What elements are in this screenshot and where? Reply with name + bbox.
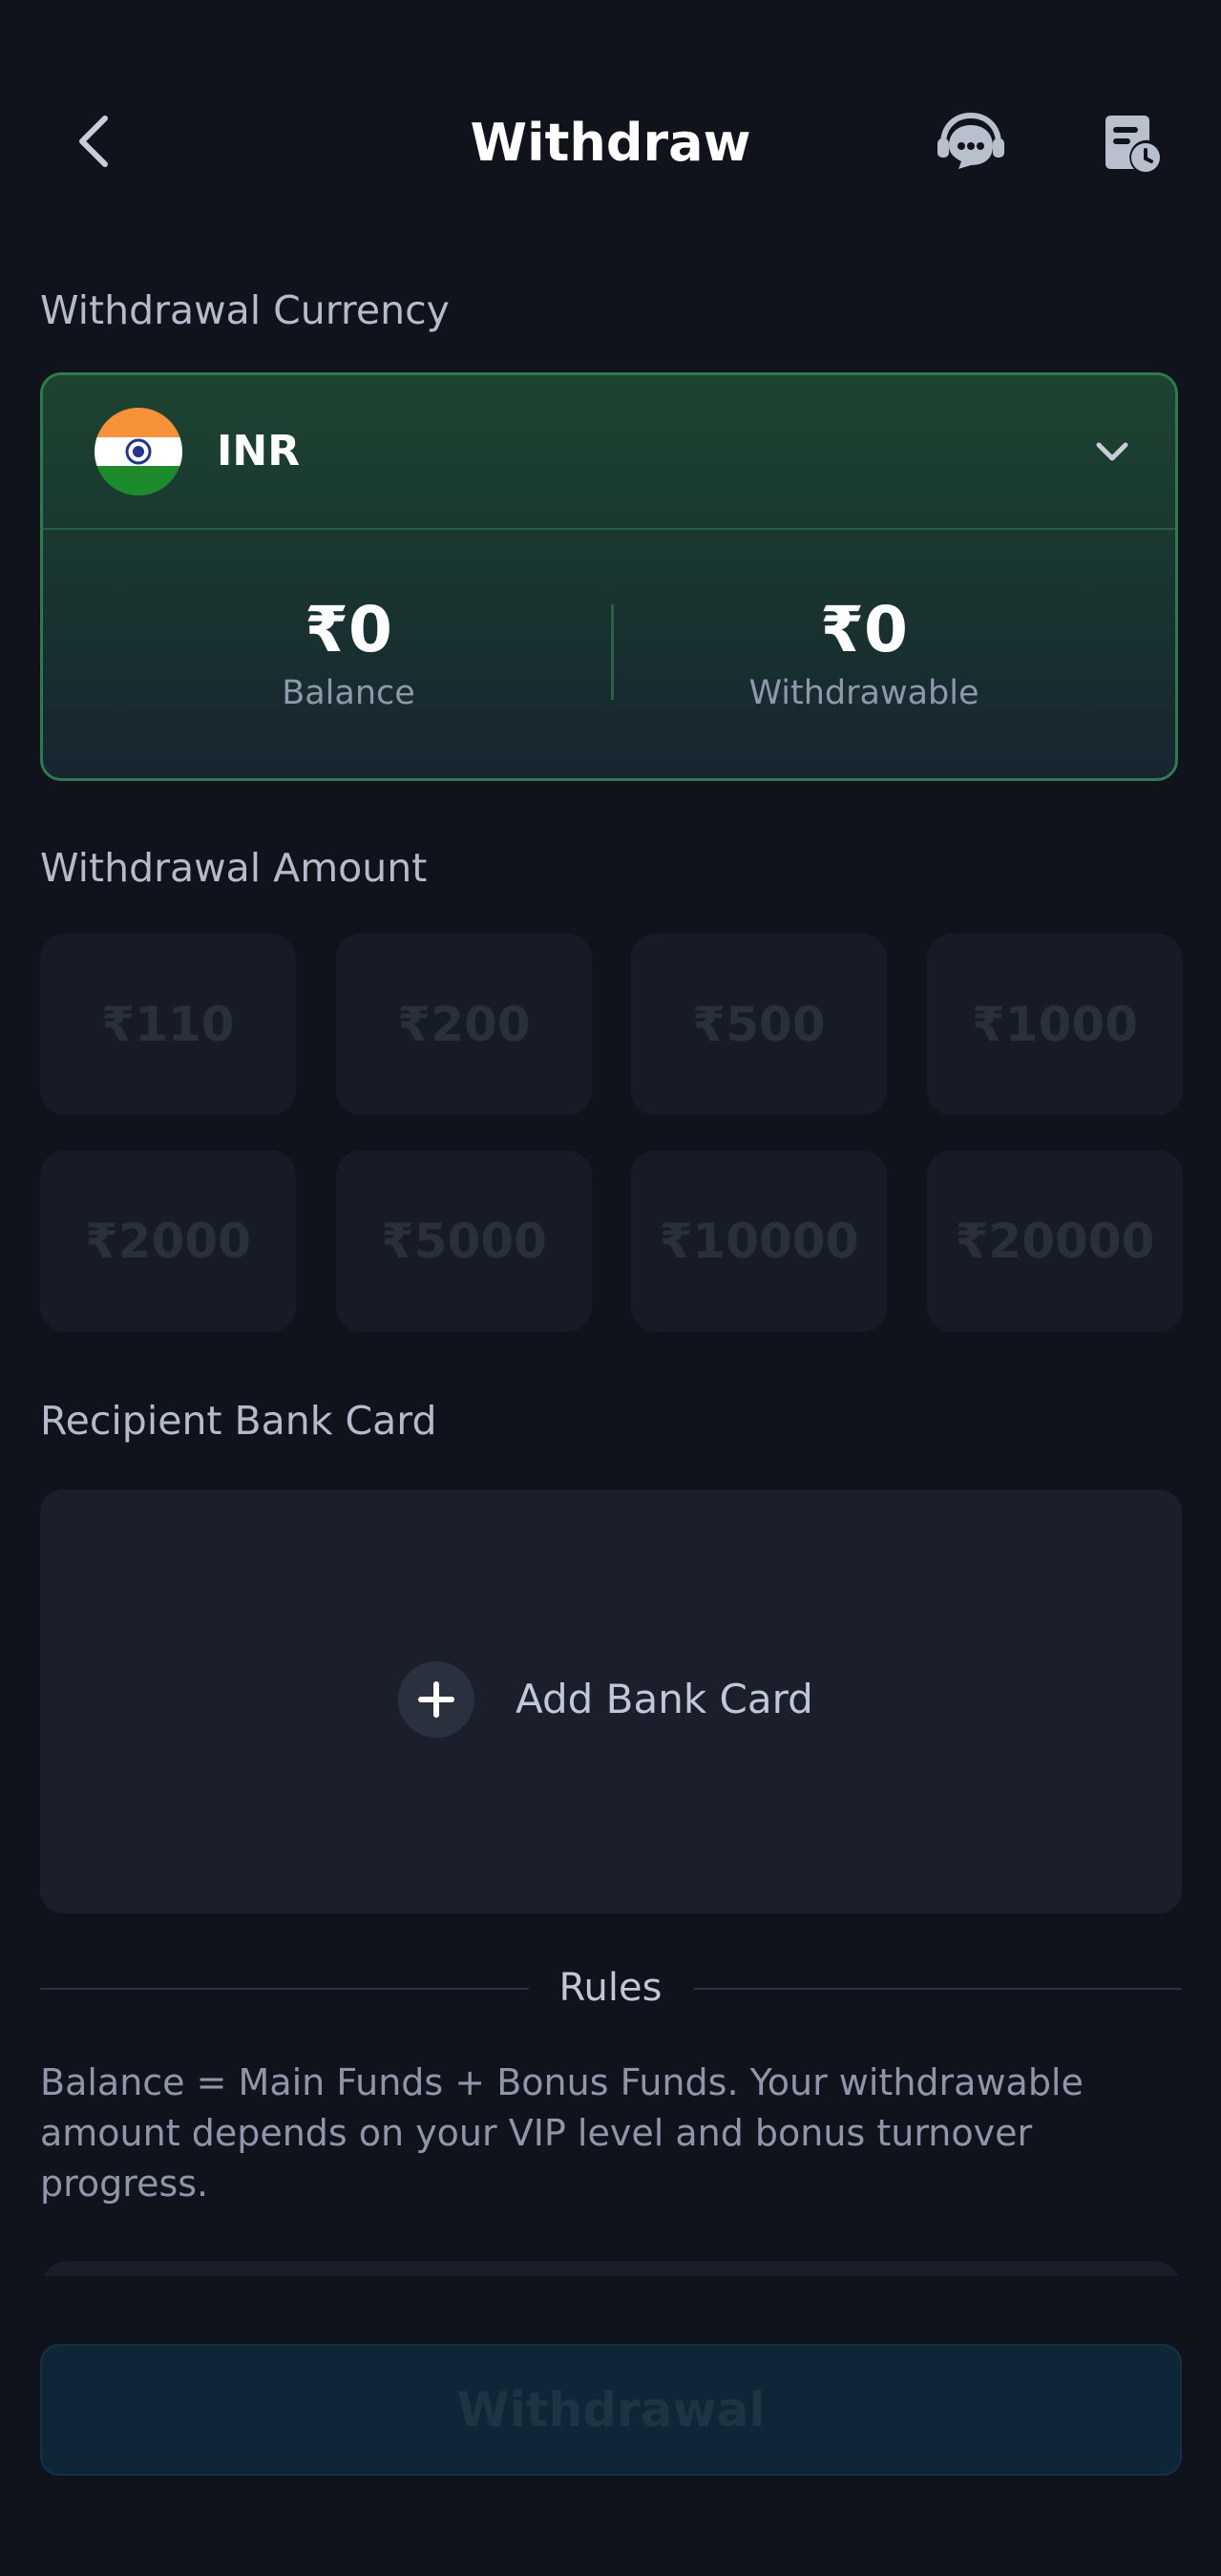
chevron-down-icon bbox=[1096, 442, 1128, 461]
withdrawable-value: ₹0 bbox=[820, 593, 908, 666]
amount-option[interactable]: ₹500 bbox=[631, 934, 887, 1115]
currency-code: INR bbox=[217, 427, 301, 475]
rules-text: Balance = Main Funds + Bonus Funds. Your… bbox=[40, 2061, 1084, 2205]
withdrawal-button[interactable]: Withdrawal bbox=[40, 2344, 1182, 2476]
currency-selector[interactable]: INR bbox=[43, 375, 1175, 530]
balance-label: Balance bbox=[282, 674, 415, 712]
amount-option[interactable]: ₹200 bbox=[336, 934, 592, 1115]
rules-title: Rules bbox=[558, 1966, 663, 2010]
amount-section-label: Withdrawal Amount bbox=[40, 845, 428, 891]
plus-icon bbox=[398, 1661, 474, 1738]
document-clock-icon bbox=[1105, 116, 1160, 172]
amount-option[interactable]: ₹2000 bbox=[40, 1151, 296, 1332]
balance-stat: ₹0 Balance bbox=[91, 593, 606, 715]
back-button[interactable] bbox=[59, 107, 128, 176]
currency-card: INR ₹0 Balance ₹0 Withdrawable bbox=[40, 372, 1178, 781]
support-button[interactable] bbox=[932, 105, 1010, 181]
records-button[interactable] bbox=[1093, 105, 1169, 181]
india-flag-icon bbox=[95, 408, 182, 496]
add-bank-card-label: Add Bank Card bbox=[516, 1676, 813, 1722]
scroll-fade bbox=[0, 2276, 1221, 2314]
header: Withdraw bbox=[0, 86, 1221, 201]
amount-option[interactable]: ₹1000 bbox=[927, 934, 1183, 1115]
headset-chat-icon bbox=[937, 112, 1004, 169]
chevron-left-icon bbox=[79, 116, 108, 167]
amount-option[interactable]: ₹110 bbox=[40, 934, 296, 1115]
add-bank-card-button[interactable]: Add Bank Card bbox=[40, 1489, 1182, 1913]
withdrawable-label: Withdrawable bbox=[748, 674, 979, 712]
amount-option[interactable]: ₹20000 bbox=[927, 1151, 1183, 1332]
withdrawable-stat: ₹0 Withdrawable bbox=[606, 593, 1122, 715]
amount-option[interactable]: ₹5000 bbox=[336, 1151, 592, 1332]
balance-value: ₹0 bbox=[305, 593, 392, 666]
page-title: Withdraw bbox=[470, 113, 751, 173]
currency-section-label: Withdrawal Currency bbox=[40, 287, 450, 333]
bank-section-label: Recipient Bank Card bbox=[40, 1398, 437, 1444]
amount-option[interactable]: ₹10000 bbox=[631, 1151, 887, 1332]
withdraw-page: Withdraw Withdrawal Currency INR ₹0 Bala… bbox=[0, 0, 1221, 2576]
